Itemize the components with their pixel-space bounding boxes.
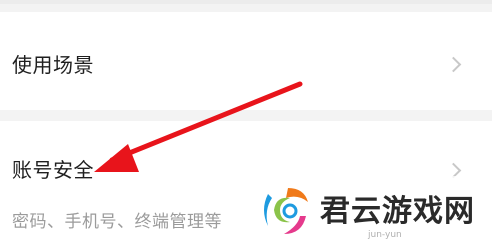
- account-security-description: 密码、手机号、终端管理等: [12, 212, 222, 232]
- account-security-label: 账号安全: [12, 158, 94, 182]
- usage-scene-label: 使用场景: [12, 53, 94, 77]
- watermark: 君云游戏网 jun-yun: [250, 176, 492, 244]
- previous-card-edge: [0, 0, 492, 4]
- chevron-right-icon: [445, 56, 462, 73]
- watermark-brand-text: 君云游戏网: [320, 194, 475, 229]
- watermark-sub-text: jun-yun: [368, 230, 402, 240]
- settings-item-usage-scene[interactable]: 使用场景: [0, 12, 492, 110]
- watermark-logo-icon: [264, 188, 308, 234]
